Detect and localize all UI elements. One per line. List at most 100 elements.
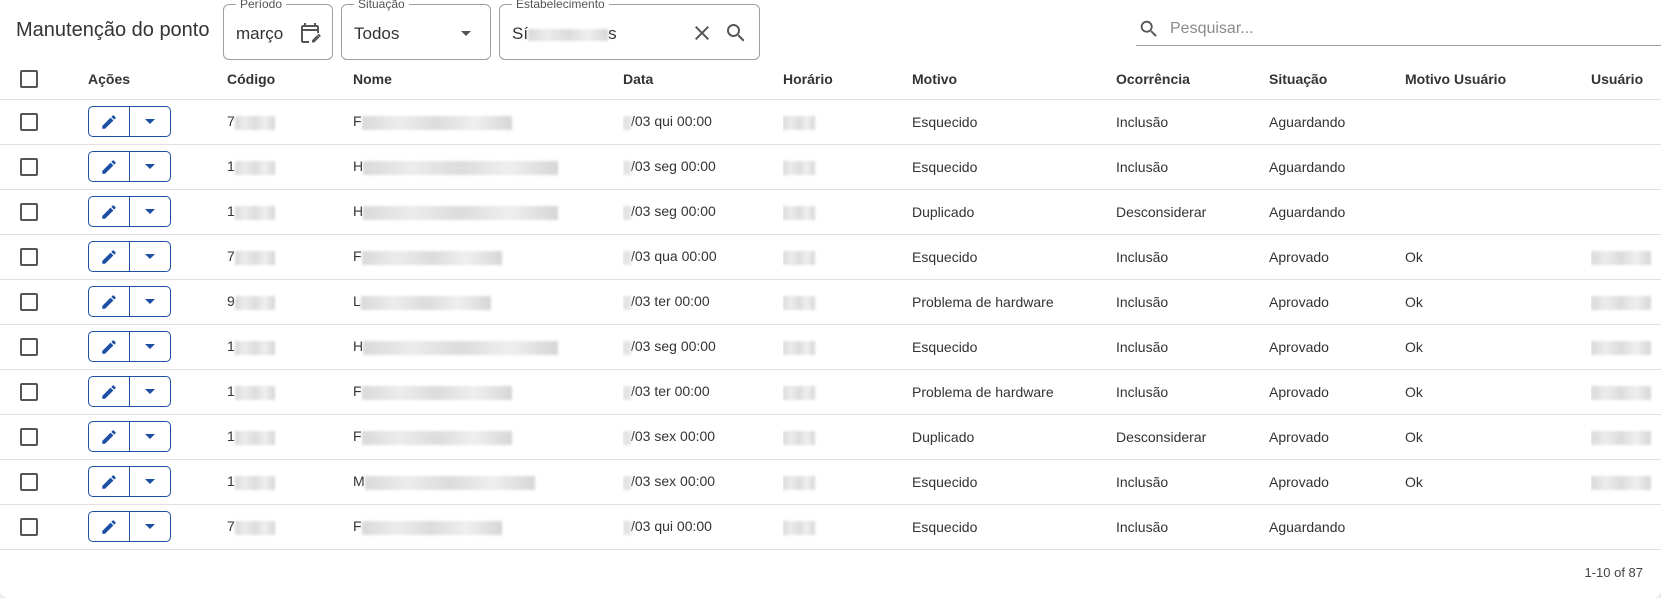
- cell-horario: [783, 414, 912, 460]
- pencil-icon[interactable]: [89, 467, 130, 496]
- redacted-text: [360, 295, 491, 310]
- cell-motivo: Esquecido: [912, 234, 1116, 280]
- table-row[interactable]: 7 F/03 qui 00:00 Esquecido Inclusão Aguardan…: [0, 504, 1661, 550]
- situacao-select[interactable]: Situação Todos: [341, 0, 491, 60]
- cell-data: /03 ter 00:00: [623, 369, 783, 415]
- redacted-text: [623, 475, 631, 490]
- row-checkbox[interactable]: [20, 427, 38, 446]
- table-row[interactable]: 1 H/03 seg 00:00 Esquecido Inclusão Aguardan…: [0, 144, 1661, 190]
- chevron-down-icon[interactable]: [130, 512, 170, 541]
- cell-ocorrencia: Inclusão: [1116, 459, 1269, 505]
- page-card: Manutenção do ponto Período março Situaç…: [0, 0, 1661, 598]
- table-row[interactable]: 1 H/03 seg 00:00 Esquecido Inclusão Aprovado…: [0, 324, 1661, 370]
- redacted-text: [234, 340, 275, 355]
- close-icon[interactable]: [690, 21, 714, 45]
- table-header-row: Ações Código Nome Data Horário Motivo Oc…: [0, 60, 1661, 100]
- column-header-horario[interactable]: Horário: [783, 60, 912, 100]
- search-input[interactable]: [1168, 16, 1648, 42]
- table-row[interactable]: 7 F/03 qui 00:00 Esquecido Inclusão Aguardan…: [0, 99, 1661, 145]
- column-header-motivo-usuario[interactable]: Motivo Usuário: [1405, 60, 1591, 100]
- pencil-icon[interactable]: [89, 512, 130, 541]
- cell-data: /03 seg 00:00: [623, 324, 783, 370]
- pencil-icon[interactable]: [89, 287, 130, 316]
- cell-situacao: Aprovado: [1269, 279, 1405, 325]
- chevron-down-icon[interactable]: [130, 242, 170, 271]
- cell-motivo-usuario: [1405, 144, 1591, 190]
- situacao-value: Todos: [354, 24, 400, 43]
- redacted-text: [783, 340, 815, 355]
- calendar-edit-icon[interactable]: [298, 21, 322, 45]
- chevron-down-icon[interactable]: [130, 467, 170, 496]
- pencil-icon[interactable]: [89, 242, 130, 271]
- chevron-down-icon[interactable]: [130, 422, 170, 451]
- column-header-situacao[interactable]: Situação: [1269, 60, 1405, 100]
- cell-ocorrencia: Inclusão: [1116, 144, 1269, 190]
- table-row[interactable]: 1 F/03 ter 00:00 Problema de hardware Inclu…: [0, 369, 1661, 415]
- cell-data: /03 ter 00:00: [623, 279, 783, 325]
- estabelecimento-field[interactable]: Estabelecimento Sí s: [499, 0, 760, 60]
- column-header-codigo[interactable]: Código: [227, 60, 353, 100]
- table-row[interactable]: 1 F/03 sex 00:00 Duplicado Desconsiderar Apr…: [0, 414, 1661, 460]
- chevron-down-icon[interactable]: [130, 152, 170, 181]
- redacted-text: [783, 295, 815, 310]
- periodo-value: março: [236, 24, 284, 43]
- cell-data: /03 qui 00:00: [623, 99, 783, 145]
- cell-motivo: Esquecido: [912, 459, 1116, 505]
- pencil-icon[interactable]: [89, 107, 130, 136]
- row-checkbox[interactable]: [20, 157, 38, 176]
- column-header-ocorrencia[interactable]: Ocorrência: [1116, 60, 1269, 100]
- row-actions: [88, 331, 171, 362]
- chevron-down-icon[interactable]: [130, 287, 170, 316]
- cell-ocorrencia: Inclusão: [1116, 234, 1269, 280]
- chevron-down-icon[interactable]: [130, 107, 170, 136]
- row-checkbox[interactable]: [20, 472, 38, 491]
- cell-motivo: Esquecido: [912, 324, 1116, 370]
- chevron-down-icon[interactable]: [130, 197, 170, 226]
- redacted-text: [623, 115, 631, 130]
- row-checkbox[interactable]: [20, 292, 38, 311]
- row-checkbox[interactable]: [20, 247, 38, 266]
- pencil-icon[interactable]: [89, 332, 130, 361]
- row-checkbox[interactable]: [20, 112, 38, 131]
- redacted-text: [623, 205, 631, 220]
- select-all-checkbox[interactable]: [20, 70, 38, 89]
- cell-motivo-usuario: Ok: [1405, 324, 1591, 370]
- chevron-down-icon[interactable]: [130, 332, 170, 361]
- search-icon[interactable]: [724, 21, 748, 45]
- row-checkbox[interactable]: [20, 517, 38, 536]
- row-checkbox[interactable]: [20, 202, 38, 221]
- table-row[interactable]: 9 L/03 ter 00:00 Problema de hardware Inclu…: [0, 279, 1661, 325]
- cell-situacao: Aprovado: [1269, 369, 1405, 415]
- table-row[interactable]: 7 F/03 qua 00:00 Esquecido Inclusão Aprovado…: [0, 234, 1661, 280]
- cell-usuario: [1591, 414, 1661, 460]
- periodo-field[interactable]: Período março: [223, 0, 333, 60]
- cell-horario: [783, 99, 912, 145]
- pencil-icon[interactable]: [89, 197, 130, 226]
- table-row[interactable]: 1 H/03 seg 00:00 Duplicado Desconsiderar Agu…: [0, 189, 1661, 235]
- redacted-text: [1591, 430, 1651, 445]
- data-table: Ações Código Nome Data Horário Motivo Oc…: [0, 60, 1661, 550]
- periodo-label: Período: [236, 0, 287, 11]
- row-actions: [88, 241, 171, 272]
- row-checkbox[interactable]: [20, 382, 38, 401]
- row-checkbox[interactable]: [20, 337, 38, 356]
- cell-motivo-usuario: Ok: [1405, 414, 1591, 460]
- table-row[interactable]: 1 M/03 sex 00:00 Esquecido Inclusão Aprovado…: [0, 459, 1661, 505]
- column-header-acoes: Ações: [65, 60, 227, 100]
- row-actions: [88, 511, 171, 542]
- redacted-text: [361, 520, 502, 535]
- column-header-usuario[interactable]: Usuário: [1591, 60, 1661, 100]
- chevron-down-icon[interactable]: [130, 377, 170, 406]
- column-header-motivo[interactable]: Motivo: [912, 60, 1116, 100]
- row-actions: [88, 196, 171, 227]
- pencil-icon[interactable]: [89, 422, 130, 451]
- cell-nome: M: [353, 459, 623, 505]
- cell-nome: L: [353, 279, 623, 325]
- cell-ocorrencia: Desconsiderar: [1116, 189, 1269, 235]
- redacted-text: [234, 520, 275, 535]
- column-header-nome[interactable]: Nome: [353, 60, 623, 100]
- pencil-icon[interactable]: [89, 377, 130, 406]
- pencil-icon[interactable]: [89, 152, 130, 181]
- redacted-text: [783, 115, 815, 130]
- column-header-data[interactable]: Data: [623, 60, 783, 100]
